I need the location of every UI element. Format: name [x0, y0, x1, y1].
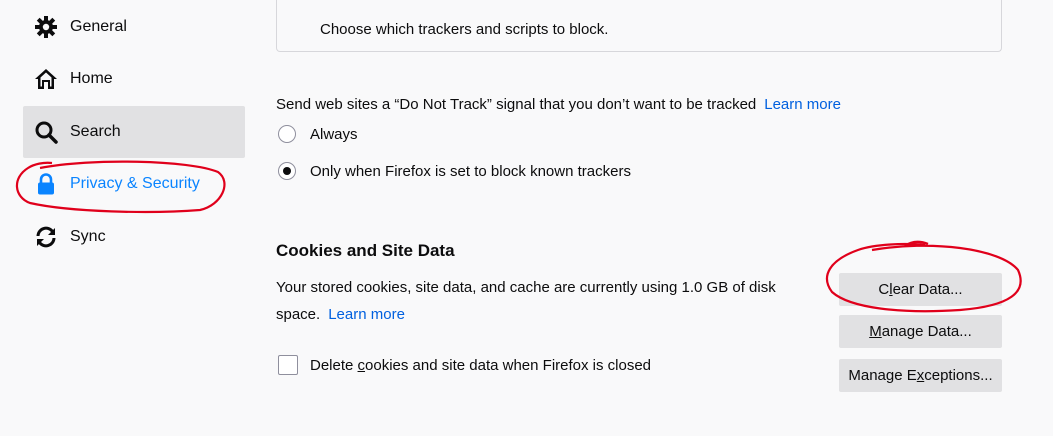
sidebar-item-label: Home [70, 70, 113, 87]
manage-exceptions-button[interactable]: Manage Exceptions... [839, 359, 1002, 392]
radio-only-when-blocking[interactable] [278, 162, 296, 180]
tracker-box-text: Choose which trackers and scripts to blo… [320, 21, 609, 38]
cookies-learn-more-link[interactable]: Learn more [328, 306, 405, 323]
clear-data-button[interactable]: Clear Data... [839, 273, 1002, 306]
sidebar-item-privacy-security[interactable]: Privacy & Security [23, 158, 245, 210]
sidebar-item-label: Privacy & Security [70, 175, 200, 192]
delete-cookies-on-close[interactable]: Delete cookies and site data when Firefo… [278, 355, 651, 375]
sidebar-item-home[interactable]: Home [23, 53, 245, 105]
dnt-learn-more-link[interactable]: Learn more [764, 96, 841, 113]
sidebar-item-sync[interactable]: Sync [23, 211, 245, 263]
home-icon [33, 66, 59, 92]
sidebar-item-label: Search [70, 123, 121, 140]
dnt-description: Send web sites a “Do Not Track” signal t… [276, 96, 841, 113]
delete-cookies-label: Delete cookies and site data when Firefo… [310, 356, 652, 374]
sidebar-item-label: Sync [70, 228, 106, 245]
lock-icon [33, 171, 59, 197]
cookies-description: Your stored cookies, site data, and cach… [276, 274, 796, 328]
sidebar-item-label: General [70, 18, 127, 35]
cookies-section-title: Cookies and Site Data [276, 241, 455, 260]
sidebar-item-general[interactable]: General [23, 1, 245, 53]
dnt-text: Send web sites a “Do Not Track” signal t… [276, 96, 757, 113]
sync-icon [33, 224, 59, 250]
sidebar: General Home Search Privacy & Security S… [0, 0, 260, 436]
delete-cookies-checkbox[interactable] [278, 355, 298, 375]
dnt-option-only-when-blocking[interactable]: Only when Firefox is set to block known … [278, 162, 631, 180]
gear-icon [33, 14, 59, 40]
main-content: Choose which trackers and scripts to blo… [276, 0, 1053, 436]
sidebar-item-search[interactable]: Search [23, 106, 245, 158]
radio-always[interactable] [278, 125, 296, 143]
manage-data-button[interactable]: Manage Data... [839, 315, 1002, 348]
radio-label-always: Always [310, 125, 358, 143]
tracker-settings-box: Choose which trackers and scripts to blo… [276, 0, 1002, 52]
dnt-option-always[interactable]: Always [278, 125, 358, 143]
search-icon [33, 119, 59, 145]
radio-label-only-when-blocking: Only when Firefox is set to block known … [310, 162, 631, 180]
